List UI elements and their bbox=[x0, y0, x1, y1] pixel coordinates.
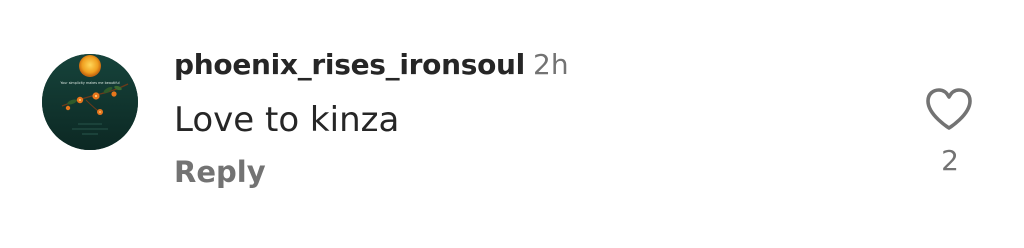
like-button[interactable] bbox=[924, 86, 974, 132]
comment-item: Your simplicity makes me beautiful phoen… bbox=[0, 0, 1024, 248]
comment-timestamp: 2h bbox=[533, 48, 569, 81]
username-link[interactable]: phoenix_rises_ironsoul bbox=[174, 48, 525, 81]
comment-text: Love to kinza bbox=[174, 100, 400, 140]
heart-outline-icon bbox=[926, 88, 972, 130]
avatar[interactable]: Your simplicity makes me beautiful bbox=[42, 54, 138, 150]
like-count: 2 bbox=[941, 144, 959, 177]
avatar-caption: Your simplicity makes me beautiful bbox=[60, 81, 119, 85]
avatar-image: Your simplicity makes me beautiful bbox=[42, 54, 138, 150]
reply-button[interactable]: Reply bbox=[174, 155, 266, 189]
